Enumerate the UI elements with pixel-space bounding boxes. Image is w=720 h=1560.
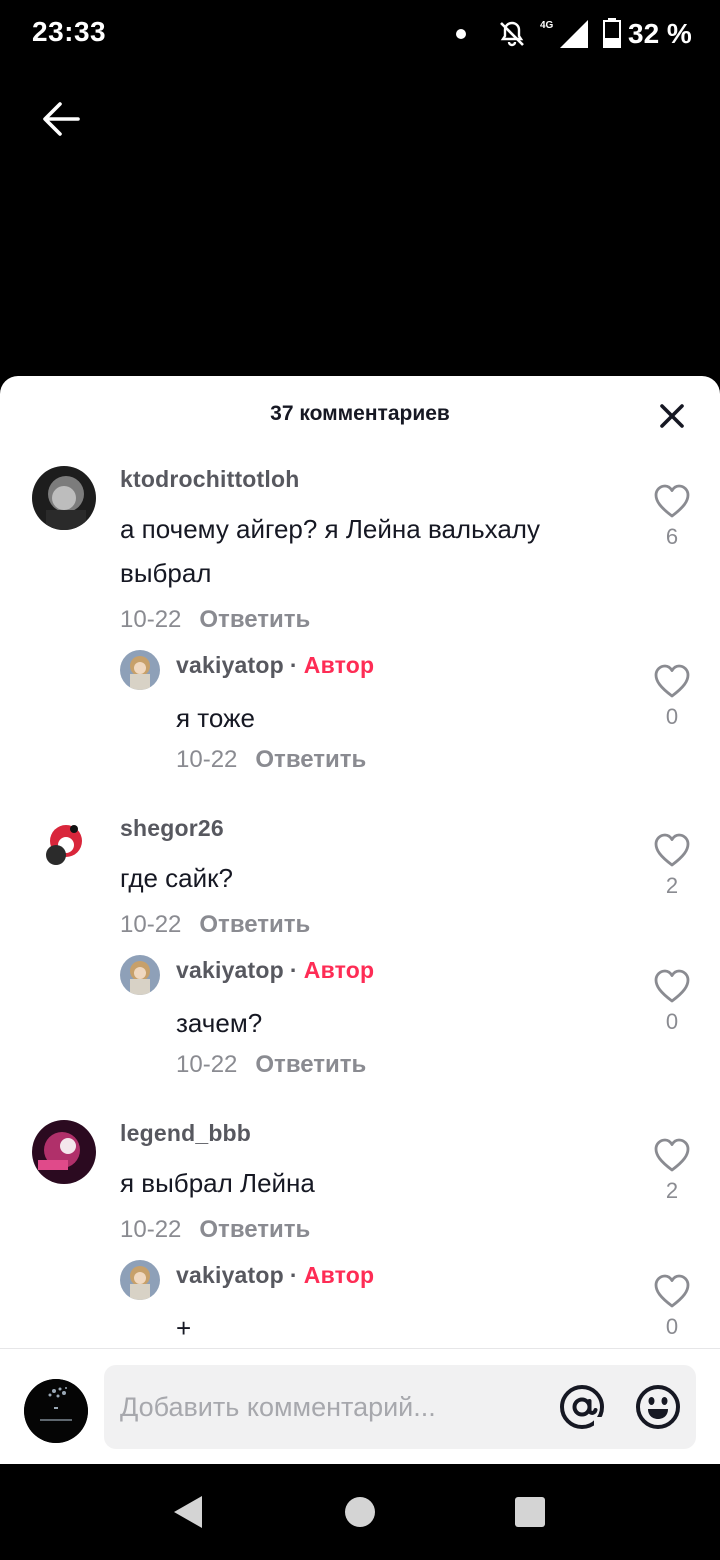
my-avatar [24,1379,88,1443]
heart-icon[interactable] [652,662,692,702]
username-text[interactable]: vakiyatop [176,652,284,678]
username[interactable]: vakiyatop · Автор [176,652,374,679]
bell-off-icon [500,21,524,47]
username[interactable]: legend_bbb [120,1120,251,1147]
avatar[interactable] [120,650,160,690]
avatar[interactable] [120,1260,160,1300]
avatar[interactable] [32,466,96,530]
comment-text: зачем? [176,1008,263,1038]
comment-date: 10-22 [120,911,182,938]
battery-percent: 32 % [628,18,692,49]
reply-button[interactable]: Ответить [255,746,366,773]
like-count: 6 [665,524,679,549]
comment-item[interactable]: ktodrochittotloh а почему айгер? я Лейна … [0,464,720,634]
author-badge: Автор [303,1262,375,1288]
username[interactable]: vakiyatop · Автор [176,957,374,984]
separator-dot: · [289,957,298,983]
username-text[interactable]: legend_bbb [120,1120,251,1146]
author-badge: Автор [303,652,375,678]
reply-item[interactable]: vakiyatop · Автор я тоже 10-22 Ответить 0 [0,646,720,816]
comment-input-field-wrap [104,1365,696,1449]
username-text[interactable]: shegor26 [120,815,224,841]
separator-dot: · [289,1262,298,1288]
username-text[interactable]: ktodrochittotloh [120,466,300,492]
comment-meta: 10-22 Ответить [176,1051,366,1079]
username-text[interactable]: vakiyatop [176,1262,284,1288]
username[interactable]: shegor26 [120,815,224,842]
comments-list[interactable]: ktodrochittotloh а почему айгер? я Лейна … [0,452,720,1348]
close-icon[interactable] [656,400,688,432]
reply-button[interactable]: Ответить [199,1216,310,1243]
reply-button[interactable]: Ответить [255,1051,366,1078]
like-count: 2 [665,1178,679,1203]
comment-date: 10-22 [120,606,182,633]
comment-input-bar [0,1348,720,1464]
comment-input[interactable] [120,1365,550,1449]
nav-recents-icon[interactable] [515,1497,545,1527]
comment-meta: 10-22 Ответить [120,1216,310,1244]
status-time: 23:33 [32,16,107,47]
status-bar: 23:33 4G 32 % [0,0,720,70]
comment-text: я тоже [176,703,255,733]
signal-icon: 4G [540,20,588,48]
comment-date: 10-22 [176,1051,238,1078]
nav-back-icon[interactable] [170,1492,210,1532]
emoji-icon[interactable] [634,1383,682,1431]
reply-button[interactable]: Ответить [199,911,310,938]
like-count: 2 [665,873,679,898]
author-badge: Автор [303,957,375,983]
heart-icon[interactable] [652,831,692,871]
comment-text: + [176,1313,192,1343]
separator-dot: · [289,652,298,678]
avatar[interactable] [120,955,160,995]
username-text[interactable]: vakiyatop [176,957,284,983]
comment-date: 10-22 [120,1216,182,1243]
comment-text: я выбрал Лейна [120,1168,315,1198]
avatar[interactable] [32,815,96,879]
svg-text:4G: 4G [540,20,554,31]
heart-icon[interactable] [652,1136,692,1176]
reply-item[interactable]: vakiyatop · Автор +0 [0,1256,720,1348]
comment-date: 10-22 [176,746,238,773]
like-count: 0 [665,704,679,729]
comments-count-title: 37 комментариев [270,402,450,425]
heart-icon[interactable] [652,482,692,522]
back-arrow-icon[interactable] [40,98,82,140]
comment-text: а почему айгер? я Лейна вальхалу выбрал [120,514,540,588]
username[interactable]: vakiyatop · Автор [176,1262,374,1289]
comment-meta: 10-22 Ответить [176,746,366,774]
reply-button[interactable]: Ответить [199,606,310,633]
battery-icon [603,18,621,48]
like-count: 0 [665,1314,679,1339]
comment-text: где сайк? [120,863,233,893]
dot-icon [456,29,466,39]
avatar[interactable] [32,1120,96,1184]
heart-icon[interactable] [652,967,692,1007]
like-count: 0 [665,1009,679,1034]
reply-item[interactable]: vakiyatop · Автор зачем? 10-22 Ответить 0 [0,951,720,1121]
username[interactable]: ktodrochittotloh [120,466,300,493]
heart-icon[interactable] [652,1272,692,1312]
at-icon[interactable] [558,1383,606,1431]
comment-meta: 10-22 Ответить [120,911,310,939]
comments-sheet: 37 комментариев ktodrochittotloh а почему… [0,376,720,1464]
nav-home-icon[interactable] [345,1497,375,1527]
comment-meta: 10-22 Ответить [120,606,310,634]
system-nav-bar [0,1464,720,1560]
